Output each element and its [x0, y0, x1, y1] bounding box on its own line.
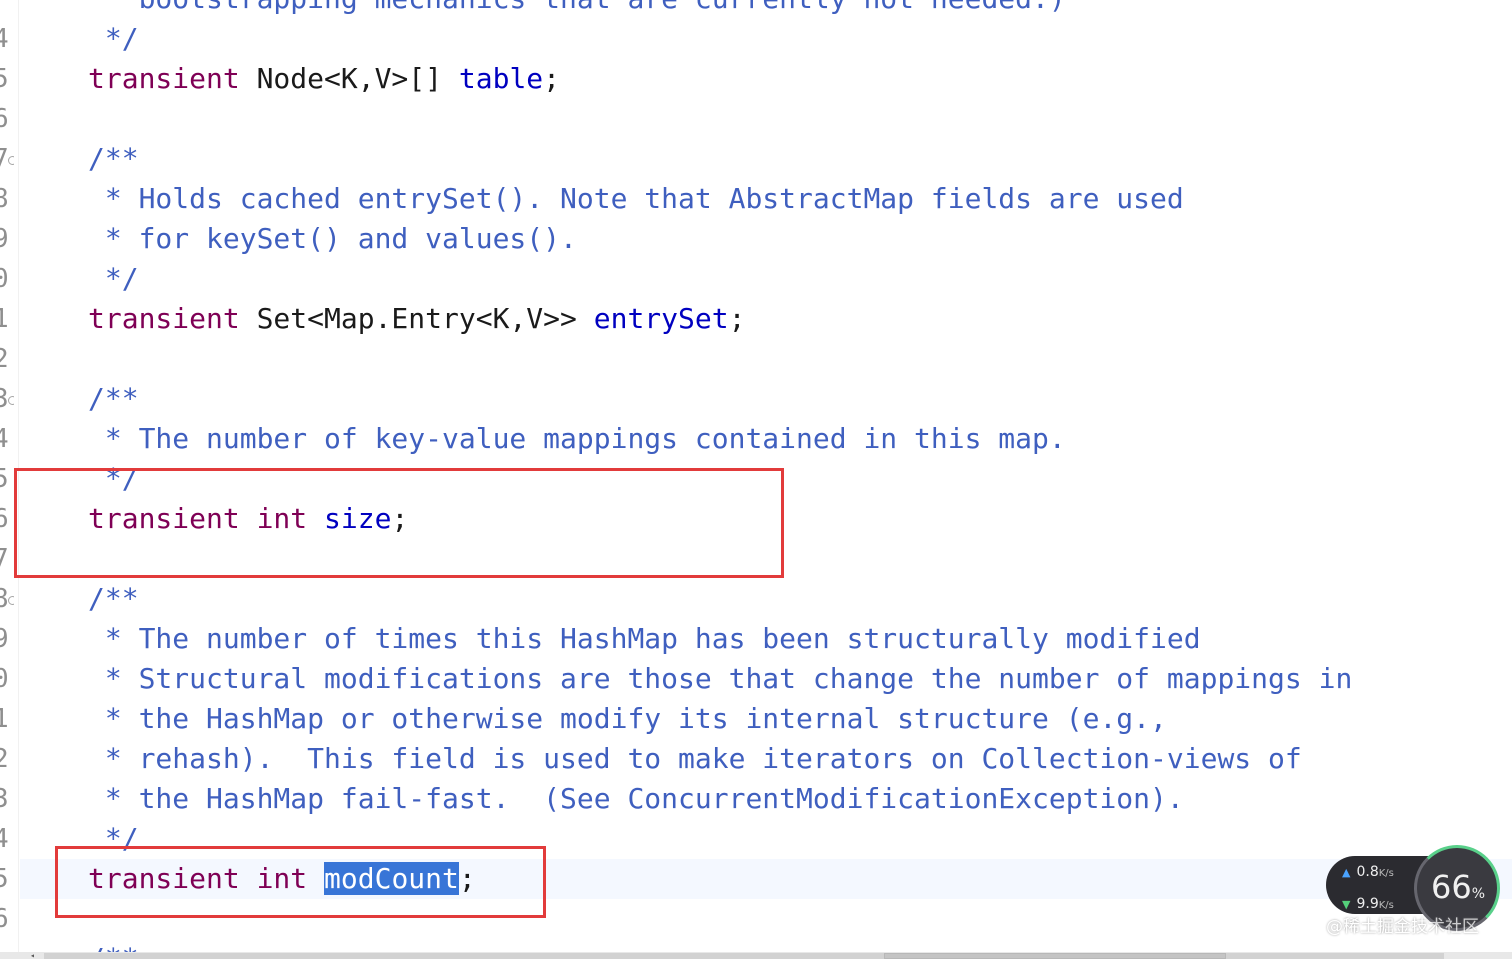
comment-text: * the HashMap fail-fast. (See Concurrent…: [88, 782, 1184, 815]
field-token: table: [458, 62, 544, 95]
keyword-token: transient: [88, 62, 240, 95]
comment-text: */: [88, 262, 139, 295]
comment-text: * rehash). This field is used to make it…: [88, 742, 1302, 775]
upload-speed: ▲ 0.8K/s: [1342, 864, 1394, 880]
line-number: 8: [0, 179, 9, 219]
line-number: 5: [0, 859, 9, 899]
line-number: 5: [0, 459, 9, 499]
code-line[interactable]: * Holds cached entrySet(). Note that Abs…: [88, 179, 1184, 219]
download-speed: ▼ 9.9K/s: [1342, 896, 1394, 912]
scrollbar-track[interactable]: [44, 953, 1444, 959]
line-number: 3: [0, 379, 9, 419]
line-number: 2: [0, 339, 9, 379]
comment-text: /**: [88, 382, 139, 415]
download-unit: K/s: [1378, 900, 1394, 911]
comment-text: /**: [88, 942, 139, 952]
watermark: @稀土掘金技术社区: [1326, 917, 1479, 937]
code-line[interactable]: * The number of times this HashMap has b…: [88, 619, 1201, 659]
comment-text: * bootstrapping mechanics that are curre…: [88, 0, 1066, 15]
arrow-down-icon: ▼: [1342, 898, 1351, 911]
code-text: Node<K,V>[]: [239, 62, 459, 95]
line-number: 3: [0, 779, 9, 819]
code-line[interactable]: * the HashMap fail-fast. (See Concurrent…: [88, 779, 1184, 819]
comment-text: */: [88, 22, 139, 55]
annotation-box-size: [14, 468, 784, 578]
code-line[interactable]: /**: [88, 379, 139, 419]
gauge-unit: %: [1471, 886, 1486, 902]
arrow-up-icon: ▲: [1342, 866, 1351, 879]
comment-text: * Holds cached entrySet(). Note that Abs…: [88, 182, 1184, 215]
code-editor[interactable]: 4 5 6 7 8 9 0 1 2 3 4 5 6 7 8 9 0 1 2 3 …: [0, 0, 1512, 952]
code-line[interactable]: * rehash). This field is used to make it…: [88, 739, 1302, 779]
comment-text: * for keySet() and values().: [88, 222, 577, 255]
line-number: 0: [0, 259, 9, 299]
comment-text: * The number of key-value mappings conta…: [88, 422, 1066, 455]
scrollbar-thumb[interactable]: [884, 953, 1226, 959]
keyword-token: transient: [88, 302, 240, 335]
line-number: 8: [0, 579, 9, 619]
scroll-left-icon[interactable]: ◂: [30, 952, 38, 960]
code-line[interactable]: /**: [88, 939, 139, 952]
download-value: 9.9: [1356, 896, 1379, 912]
line-number: 4: [0, 419, 9, 459]
code-line[interactable]: * the HashMap or otherwise modify its in…: [88, 699, 1167, 739]
line-number: 6: [0, 99, 9, 139]
code-line[interactable]: transient Set<Map.Entry<K,V>> entrySet;: [88, 299, 745, 339]
comment-text: /**: [88, 582, 139, 615]
line-number: 2: [0, 739, 9, 779]
upload-unit: K/s: [1378, 868, 1394, 879]
line-number-gutter: 4 5 6 7 8 9 0 1 2 3 4 5 6 7 8 9 0 1 2 3 …: [0, 0, 14, 952]
code-line[interactable]: /**: [88, 139, 139, 179]
code-line[interactable]: */: [88, 19, 139, 59]
line-number: 7: [0, 139, 9, 179]
line-number: 5: [0, 59, 9, 99]
code-text: ;: [728, 302, 746, 335]
comment-text: * the HashMap or otherwise modify its in…: [88, 702, 1167, 735]
code-line[interactable]: * The number of key-value mappings conta…: [88, 419, 1066, 459]
gauge-value: 66: [1431, 868, 1472, 906]
line-number: 6: [0, 899, 9, 939]
comment-text: * Structural modifications are those tha…: [88, 662, 1353, 695]
line-number: 7: [0, 539, 9, 579]
field-token: entrySet: [593, 302, 729, 335]
code-line[interactable]: /**: [88, 579, 139, 619]
line-number: 6: [0, 499, 9, 539]
code-line[interactable]: * for keySet() and values().: [88, 219, 577, 259]
annotation-box-modcount: [55, 846, 546, 918]
fold-marker-icon[interactable]: [8, 156, 14, 165]
comment-text: * The number of times this HashMap has b…: [88, 622, 1201, 655]
code-line[interactable]: * bootstrapping mechanics that are curre…: [88, 0, 1066, 19]
line-number: 9: [0, 219, 9, 259]
comment-text: /**: [88, 142, 139, 175]
line-number: 4: [0, 819, 9, 859]
line-number: 9: [0, 619, 9, 659]
line-number: 4: [0, 19, 9, 59]
line-number: 1: [0, 699, 9, 739]
code-text: Set<Map.Entry<K,V>>: [239, 302, 594, 335]
gauge-readout: 66%: [1431, 868, 1485, 906]
code-text: ;: [543, 62, 561, 95]
upload-value: 0.8: [1356, 864, 1379, 880]
horizontal-scrollbar[interactable]: ◂: [0, 952, 1512, 960]
line-number: 1: [0, 299, 9, 339]
code-line[interactable]: */: [88, 259, 139, 299]
fold-marker-icon[interactable]: [8, 596, 14, 605]
code-line[interactable]: * Structural modifications are those tha…: [88, 659, 1352, 699]
line-number: 0: [0, 659, 9, 699]
code-line[interactable]: transient Node<K,V>[] table;: [88, 59, 560, 99]
fold-marker-icon[interactable]: [8, 396, 14, 405]
